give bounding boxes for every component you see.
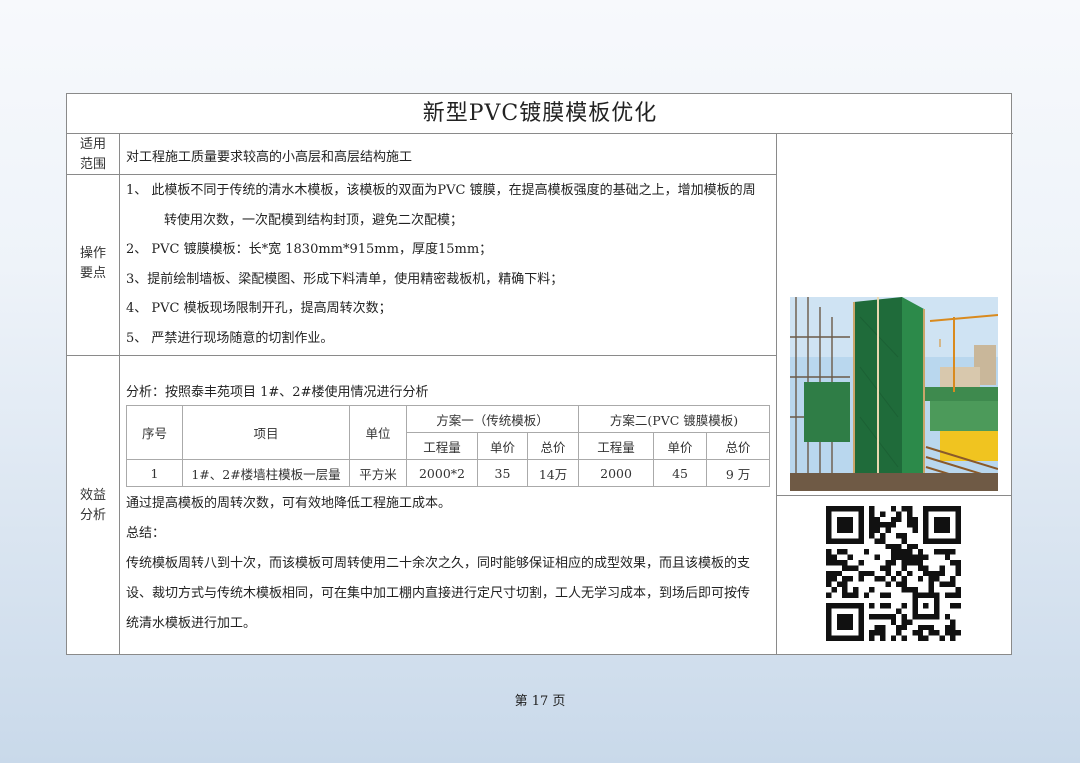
scope-text: 对工程施工质量要求较高的小高层和高层结构施工 — [126, 150, 413, 165]
header-plan-one: 方案一（传统模板） — [405, 405, 580, 433]
analysis-intro: 分析：按照泰丰苑项目 1#、2#楼使用情况进行分析 — [126, 385, 429, 400]
operation-line: 5、 严禁进行现场随意的切割作业。 — [126, 330, 334, 346]
cell-no: 1 — [126, 459, 183, 487]
qr-code-icon — [826, 506, 961, 641]
column-divider-label — [119, 134, 120, 655]
column-divider-image — [776, 134, 777, 655]
row-divider-scope — [67, 174, 776, 175]
row-divider-operation — [67, 355, 776, 356]
cell-plan2-unit-price: 45 — [653, 459, 708, 487]
cell-plan1-quantity: 2000*2 — [406, 459, 478, 487]
operation-line: 2、 PVC 镀膜模板：长*宽 1830mm*915mm，厚度15mm； — [126, 242, 493, 257]
benefit-label: 效益 分析 — [79, 488, 106, 523]
subheader-quantity: 工程量 — [578, 432, 655, 460]
operation-line: 3、提前绘制墙板、梁配模图、形成下料清单，使用精密裁板机，精确下料； — [126, 271, 564, 287]
cell-item: 1#、2#楼墙柱模板一层量 — [182, 459, 350, 487]
summary-line: 统清水模板进行加工。 — [126, 616, 257, 631]
cost-comparison-table: 序号 项目 单位 方案一（传统模板） 方案二(PVC 镀膜模板) 工程量 单价 … — [126, 405, 771, 487]
construction-site-illustration — [790, 297, 998, 491]
page-title: 新型PVC镀膜模板优化 — [67, 94, 1013, 134]
construction-site-photo — [790, 297, 998, 491]
cost-conclusion: 通过提高模板的周转次数，可有效地降低工程施工成本。 — [126, 496, 452, 511]
cell-unit: 平方米 — [349, 459, 407, 487]
summary-line: 传统模板周转八到十次，而该模板可周转使用二十余次之久，同时能够保证相应的成型效果… — [126, 556, 751, 571]
operation-line: 1、 此模板不同于传统的清水木模板，该模板的双面为PVC 镀膜，在提高模板强度的… — [126, 183, 756, 198]
operation-label: 操作 要点 — [79, 246, 106, 281]
page-number: 第 17 页 — [514, 694, 566, 709]
subheader-quantity: 工程量 — [406, 432, 478, 460]
subheader-unit-price: 单价 — [653, 432, 708, 460]
subheader-unit-price: 单价 — [477, 432, 528, 460]
summary-line: 设、裁切方式与传统木模板相同，可在集中加工棚内直接进行定尺寸切割，工人无学习成本… — [126, 586, 751, 601]
scope-label: 适用 范围 — [79, 137, 106, 172]
table-row: 1 1#、2#楼墙柱模板一层量 平方米 2000*2 35 14万 2000 4… — [126, 459, 771, 487]
header-plan-two: 方案二(PVC 镀膜模板) — [578, 405, 771, 433]
document-sheet: 新型PVC镀膜模板优化 适用 范围 对工程施工质量要求较高的小高层和高层结构施工… — [66, 93, 1013, 655]
subheader-total: 总价 — [526, 432, 580, 460]
header-unit: 单位 — [349, 405, 407, 460]
cell-plan1-unit-price: 35 — [477, 459, 528, 487]
summary-label: 总结： — [126, 526, 166, 541]
operation-line: 转使用次数，一次配模到结构封顶，避免二次配模； — [164, 212, 464, 228]
cell-plan2-total: 9 万 — [706, 459, 771, 487]
table-header-row: 序号 项目 单位 方案一（传统模板） 方案二(PVC 镀膜模板) — [126, 405, 771, 460]
qr-code — [826, 506, 961, 641]
subheader-total: 总价 — [706, 432, 771, 460]
header-no: 序号 — [126, 405, 183, 460]
cell-plan2-quantity: 2000 — [578, 459, 655, 487]
image-divider — [776, 495, 1012, 496]
cell-plan1-total: 14万 — [526, 459, 580, 487]
operation-points: 1、 此模板不同于传统的清水木模板，该模板的双面为PVC 镀膜，在提高模板强度的… — [126, 176, 756, 353]
header-item: 项目 — [182, 405, 350, 460]
operation-line: 4、 PVC 模板现场限制开孔，提高周转次数； — [126, 301, 392, 316]
